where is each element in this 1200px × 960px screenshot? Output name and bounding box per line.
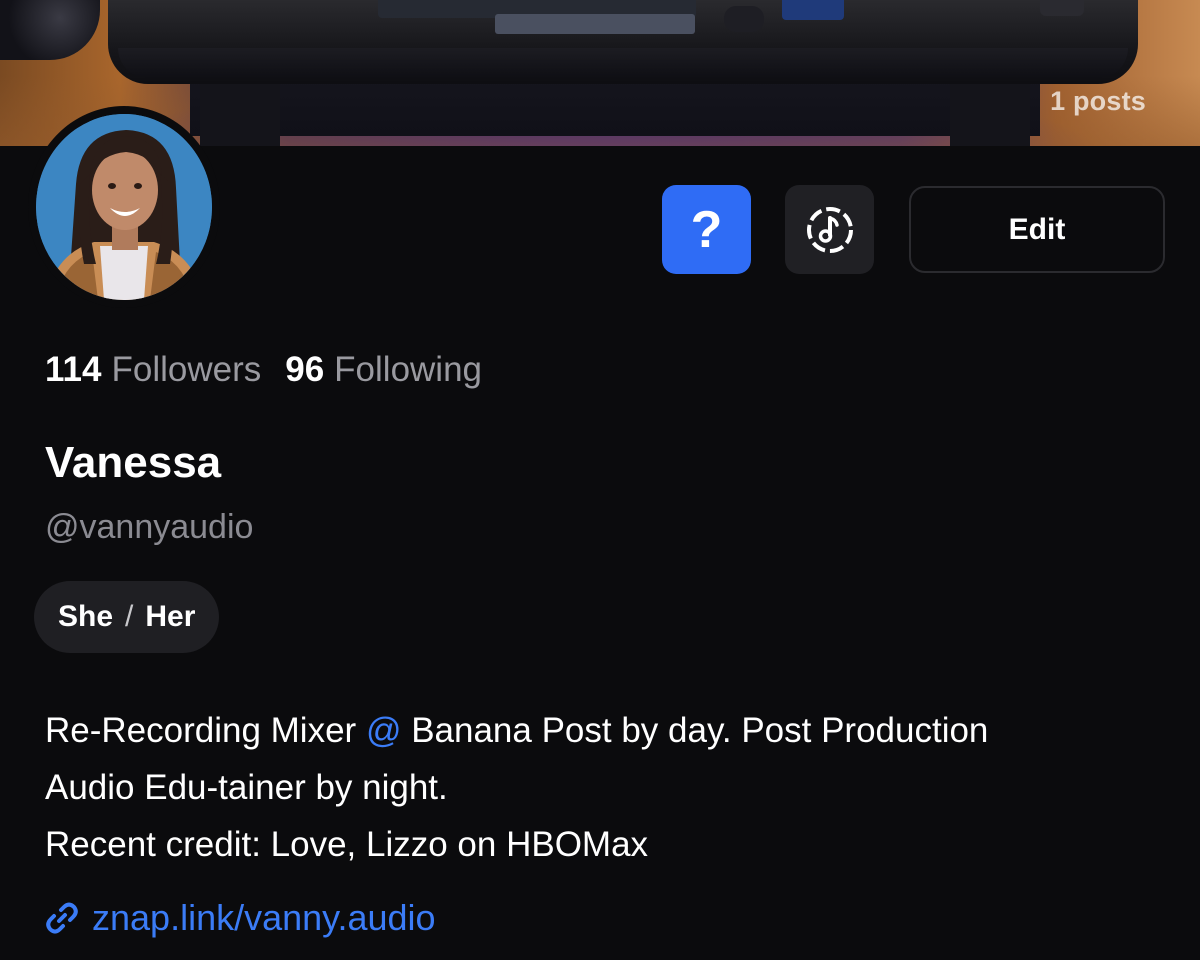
followers-count: 114 [45, 350, 102, 389]
avatar[interactable] [28, 106, 220, 308]
profile-stats: 114 Followers 96 Following [45, 350, 482, 390]
bio-line: Recent credit: Love, Lizzo on HBOMax [45, 825, 649, 864]
posts-count: 1 posts [1050, 86, 1146, 116]
cover-desk-leg [950, 84, 1030, 146]
profile-name: Vanessa [45, 438, 222, 487]
pronouns-badge: She / Her [34, 581, 220, 653]
help-button[interactable]: ? [662, 185, 751, 274]
cover-pad [782, 0, 844, 20]
cover-desk-base [190, 80, 1040, 136]
cover-device [1040, 0, 1084, 16]
bio-text: Banana Post by day. Post Production [401, 711, 989, 750]
question-icon: ? [690, 200, 723, 259]
music-note-icon [806, 206, 853, 253]
link-text: znap.link/vanny.audio [92, 897, 436, 938]
cover-keyboard [495, 14, 695, 34]
music-button[interactable] [785, 185, 874, 274]
profile-page: 1 posts ? Edit 114 Followers 96 Followin… [0, 0, 1200, 960]
pronoun-second: Her [145, 600, 196, 633]
edit-profile-button[interactable]: Edit [909, 186, 1165, 273]
followers-stat[interactable]: 114 Followers [45, 350, 261, 390]
profile-handle: @vannyaudio [45, 508, 254, 546]
bio-line: Re-Recording Mixer @ Banana Post by day.… [45, 702, 1165, 759]
following-count: 96 [285, 350, 325, 389]
pronoun-separator: / [125, 600, 134, 633]
cover-desk-leg [200, 84, 280, 146]
following-label: Following [334, 350, 483, 389]
bio-text: Re-Recording Mixer [45, 711, 366, 750]
cover-speaker [0, 0, 100, 60]
link-icon [46, 902, 78, 934]
cover-mouse [724, 6, 764, 32]
pronoun-first: She [58, 600, 114, 633]
profile-bio: Re-Recording Mixer @ Banana Post by day.… [45, 702, 1165, 873]
following-stat[interactable]: 96 Following [285, 350, 482, 390]
bio-mention-symbol: @ [365, 711, 402, 750]
followers-label: Followers [111, 350, 262, 389]
avatar-photo [36, 114, 212, 300]
cover-desk-front [118, 48, 1128, 78]
bio-line: Audio Edu-tainer by night. [45, 768, 448, 807]
profile-link[interactable]: znap.link/vanny.audio [44, 897, 436, 939]
